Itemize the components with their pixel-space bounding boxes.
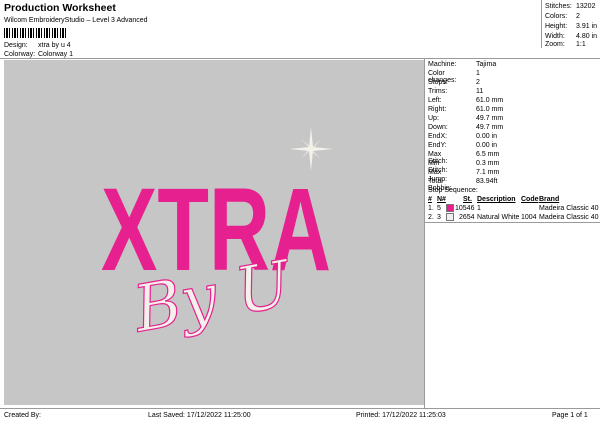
info-value: 1 xyxy=(476,70,480,77)
page-number: Page 1 of 1 xyxy=(552,412,588,419)
barcode xyxy=(4,28,67,38)
sequence-divider xyxy=(424,222,600,223)
info-label: Left: xyxy=(428,97,442,104)
seq-header-st: St. xyxy=(463,196,472,203)
last-saved: Last Saved: 17/12/2022 11:25:00 xyxy=(148,412,251,419)
seq-description: 1 xyxy=(477,205,481,212)
seq-brand: Madeira Classic 40 xyxy=(539,214,599,221)
seq-brand: Madeira Classic 40 xyxy=(539,205,599,212)
stats-value: 2 xyxy=(576,13,580,20)
printed-date: Printed: 17/12/2022 11:25:03 xyxy=(356,412,446,419)
info-value: 7.1 mm xyxy=(476,169,500,176)
colorway-label: Colorway: xyxy=(4,51,36,58)
info-value: 49.7 mm xyxy=(476,124,504,131)
seq-needle: 3 xyxy=(437,214,441,221)
seq-needle: 5 xyxy=(437,205,441,212)
panel-divider xyxy=(424,58,425,408)
info-label: Trims: xyxy=(428,88,448,95)
seq-header-code: Code xyxy=(521,196,539,203)
info-value: 0.00 in xyxy=(476,133,498,140)
stats-label: Width: xyxy=(545,33,565,40)
stats-label: Zoom: xyxy=(545,41,565,48)
info-label: Up: xyxy=(428,115,439,122)
seq-header-n: N# xyxy=(437,196,446,203)
seq-num: 2. xyxy=(428,214,434,221)
info-value: 0.3 mm xyxy=(476,160,500,167)
created-by: Created By: xyxy=(4,412,41,419)
color-swatch xyxy=(446,204,454,212)
info-label: Right: xyxy=(428,106,447,113)
design-preview: XTRA By U xyxy=(4,60,424,405)
stats-divider xyxy=(541,0,542,48)
seq-code: 1004 xyxy=(521,214,537,221)
design-value: xtra by u 4 xyxy=(38,42,71,49)
stats-label: Stitches: xyxy=(545,3,572,10)
info-value: 83.94ft xyxy=(476,178,498,185)
design-preview-svg: XTRA By U xyxy=(101,127,333,348)
design-label: Design: xyxy=(4,42,28,49)
info-label: Stops: xyxy=(428,79,448,86)
page-title: Production Worksheet xyxy=(4,2,116,14)
seq-num: 1. xyxy=(428,205,434,212)
info-value: 11 xyxy=(476,88,484,95)
stats-label: Colors: xyxy=(545,13,568,20)
footer-divider xyxy=(0,408,600,409)
stats-value: 13202 xyxy=(576,3,596,10)
seq-description: Natural White xyxy=(477,214,520,221)
stats-label: Height: xyxy=(545,23,568,30)
seq-header-description: Description xyxy=(477,196,516,203)
software-subtitle: Wilcom EmbroideryStudio – Level 3 Advanc… xyxy=(4,17,148,24)
info-value: 0.00 in xyxy=(476,142,498,149)
stats-value: 4.80 in xyxy=(576,33,598,40)
stats-value: 3.91 in xyxy=(576,23,598,30)
header-divider xyxy=(0,58,600,59)
seq-stitches: 2654 xyxy=(459,214,475,221)
color-swatch xyxy=(446,213,454,221)
info-value: 61.0 mm xyxy=(476,97,504,104)
info-label: EndX: xyxy=(428,133,448,140)
info-value: 6.5 mm xyxy=(476,151,500,158)
info-value: 2 xyxy=(476,79,480,86)
info-label: EndY: xyxy=(428,142,447,149)
seq-header-brand: Brand xyxy=(539,196,560,203)
info-value: 49.7 mm xyxy=(476,115,504,122)
info-label: Machine: xyxy=(428,61,457,68)
stop-sequence-title: Stop Sequence: xyxy=(428,187,478,194)
seq-stitches: 10546 xyxy=(455,205,475,212)
seq-header-num: # xyxy=(428,196,432,203)
colorway-value: Colorway 1 xyxy=(38,51,74,58)
info-value: Tajima xyxy=(476,61,497,68)
info-label: Down: xyxy=(428,124,448,131)
info-value: 61.0 mm xyxy=(476,106,504,113)
stats-value: 1:1 xyxy=(576,41,586,48)
